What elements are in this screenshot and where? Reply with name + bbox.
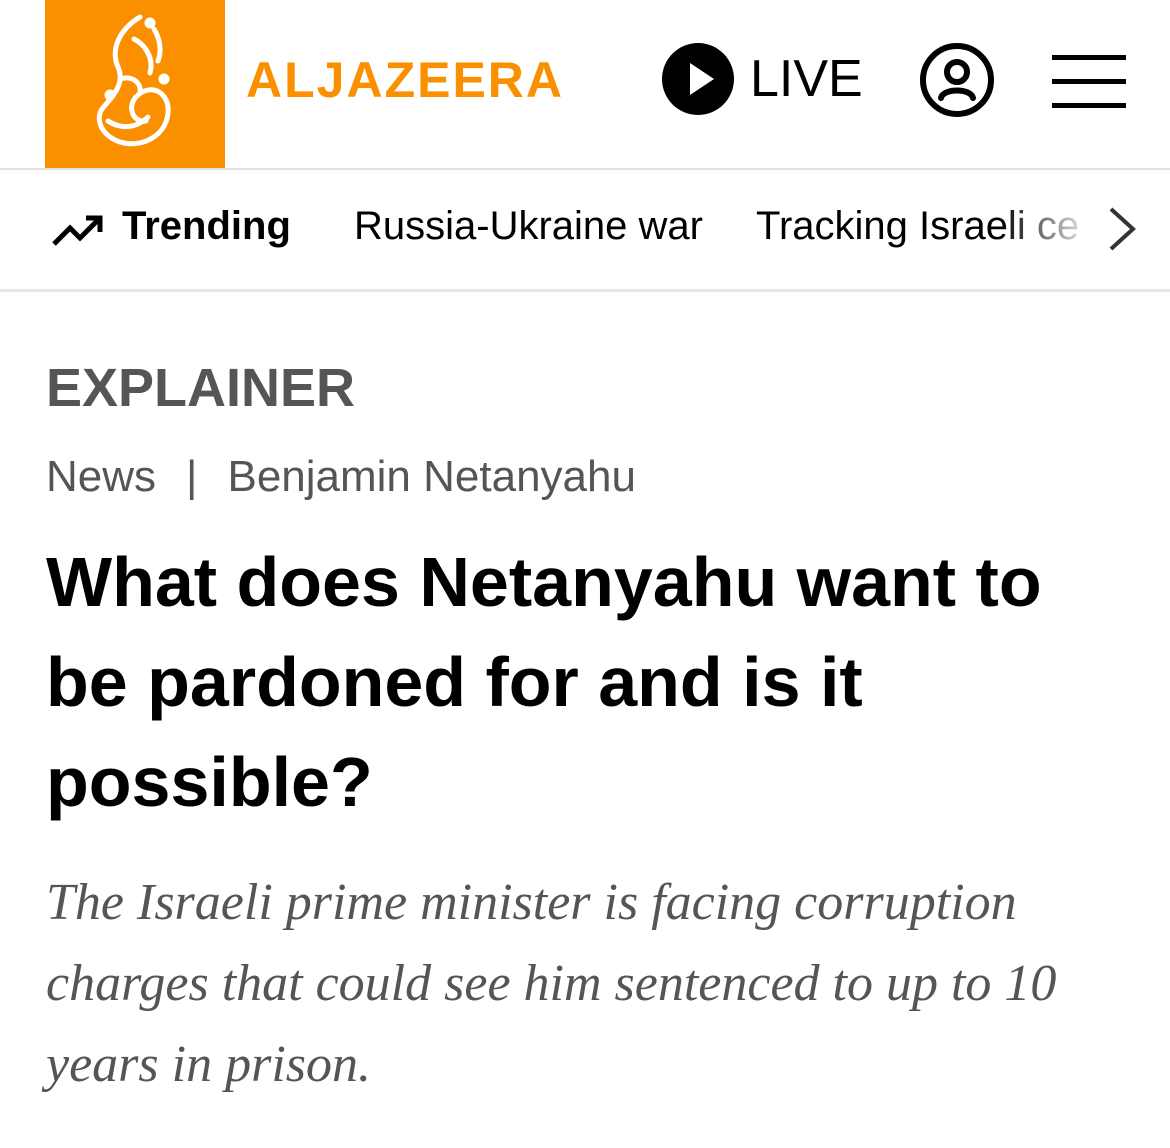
article-standfirst: The Israeli prime minister is facing cor… bbox=[46, 874, 1057, 1093]
trending-bar: Trending Russia-Ukraine war Tracking Isr… bbox=[0, 172, 1170, 292]
article-kicker: EXPLAINER bbox=[46, 358, 356, 418]
live-label: LIVE bbox=[750, 50, 863, 108]
brand-name[interactable]: ALJAZEERA bbox=[246, 52, 564, 108]
trending-up-icon bbox=[52, 215, 103, 246]
breadcrumb-topic[interactable]: Benjamin Netanyahu bbox=[227, 452, 635, 501]
chevron-right-icon[interactable] bbox=[1105, 205, 1139, 253]
site-logo[interactable] bbox=[45, 0, 225, 168]
breadcrumb-section[interactable]: News bbox=[46, 452, 156, 501]
breadcrumb-separator: | bbox=[186, 452, 198, 501]
trending-label: Trending bbox=[122, 204, 291, 248]
play-circle-icon bbox=[662, 43, 734, 115]
hamburger-menu-icon[interactable] bbox=[1052, 55, 1126, 109]
breadcrumb: News | Benjamin Netanyahu bbox=[46, 450, 636, 504]
live-button[interactable]: LIVE bbox=[662, 43, 863, 115]
article-headline: What does Netanyahu want to be pardoned … bbox=[46, 543, 1042, 821]
site-header: ALJAZEERA LIVE bbox=[0, 0, 1170, 170]
trending-link-russia-ukraine[interactable]: Russia-Ukraine war bbox=[354, 202, 703, 250]
account-icon[interactable] bbox=[919, 42, 995, 118]
aljazeera-calligraphy-logo-icon bbox=[96, 14, 171, 147]
scroll-fade bbox=[1000, 172, 1110, 288]
